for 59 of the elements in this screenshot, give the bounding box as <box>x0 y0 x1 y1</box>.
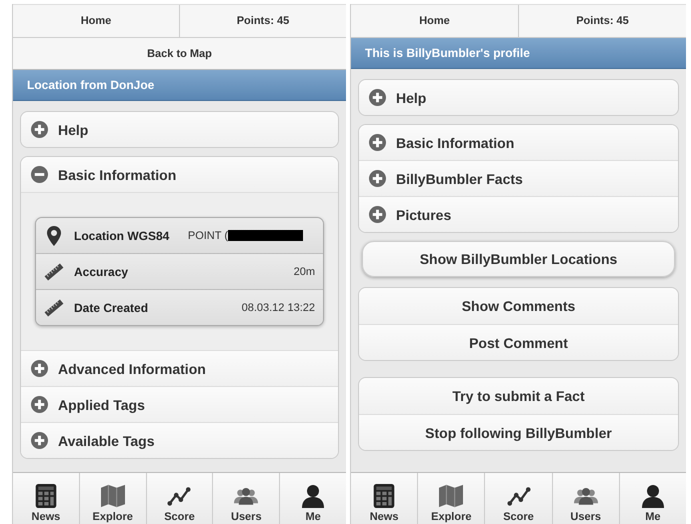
back-button[interactable]: Back to Map <box>13 38 346 70</box>
detail-value: POINT ( <box>188 230 228 242</box>
section-title: Help <box>396 90 426 106</box>
pin-icon <box>44 226 64 246</box>
tab-bar-item[interactable]: Explore <box>80 473 147 524</box>
tab-bar-item[interactable]: Me <box>280 473 346 524</box>
detail-value: 20m <box>294 266 315 278</box>
collapsible-header[interactable]: Basic Information <box>359 125 678 160</box>
map-icon <box>439 484 464 508</box>
section-title: Available Tags <box>58 432 154 448</box>
section-title: BillyBumbler Facts <box>396 170 523 186</box>
plus-icon <box>31 396 48 413</box>
nav-button[interactable]: Home <box>13 5 180 37</box>
detail-label: Date Created <box>74 300 150 314</box>
page-header: Location from DonJoe <box>13 70 346 101</box>
detail-value: 08.03.12 13:22 <box>242 302 315 314</box>
action-button[interactable]: Try to submit a Fact <box>359 378 678 414</box>
tab-bar-item[interactable]: Explore <box>418 473 486 524</box>
tab-bar-item[interactable]: Score <box>146 473 214 524</box>
collapsible-header[interactable]: Help <box>21 112 338 147</box>
detail-label: Location WGS84 <box>74 228 170 242</box>
section-title: Basic Information <box>58 166 176 182</box>
plus-icon <box>369 89 386 106</box>
section-title: Advanced Information <box>58 360 206 376</box>
minus-icon <box>31 166 48 183</box>
plus-icon <box>369 206 386 223</box>
locations-button[interactable]: Show BillyBumbler Locations <box>362 241 675 277</box>
tab-bar-item[interactable]: News <box>351 473 418 524</box>
nav-button[interactable]: Points: 45 <box>519 5 686 37</box>
plus-icon <box>369 134 386 151</box>
person-icon <box>301 484 326 508</box>
section-title: Applied Tags <box>58 396 145 412</box>
plus-icon <box>369 170 386 187</box>
tab-bar-item[interactable]: Me <box>620 473 686 524</box>
page-header: This is BillyBumbler's profile <box>351 38 686 69</box>
section-title: Pictures <box>396 206 452 222</box>
detail-label: Accuracy <box>74 264 130 278</box>
action-button[interactable]: Stop following BillyBumbler <box>359 414 678 450</box>
collapsible-header[interactable]: Basic Information <box>21 157 338 192</box>
tab-bar-item[interactable]: Users <box>552 473 620 524</box>
nav-button[interactable]: Points: 45 <box>180 5 346 37</box>
plus-icon <box>31 360 48 377</box>
calculator-icon <box>372 484 396 508</box>
tab-bar-item[interactable]: News <box>13 473 80 524</box>
tab-bar-item[interactable]: Users <box>213 473 280 524</box>
plus-icon <box>31 121 48 138</box>
map-icon <box>100 484 125 508</box>
section-title: Help <box>58 122 88 138</box>
calculator-icon <box>34 484 58 508</box>
action-button[interactable]: Post Comment <box>359 324 678 360</box>
action-button[interactable]: Show Comments <box>359 288 678 324</box>
section-title: Basic Information <box>396 134 514 150</box>
line-chart-icon <box>167 484 192 508</box>
person-icon <box>640 484 665 508</box>
tab-bar-item[interactable]: Score <box>485 473 553 524</box>
plus-icon <box>31 432 48 449</box>
nav-button[interactable]: Home <box>351 5 519 37</box>
line-chart-icon <box>506 484 530 508</box>
collapsible-header[interactable]: Help <box>359 80 678 115</box>
